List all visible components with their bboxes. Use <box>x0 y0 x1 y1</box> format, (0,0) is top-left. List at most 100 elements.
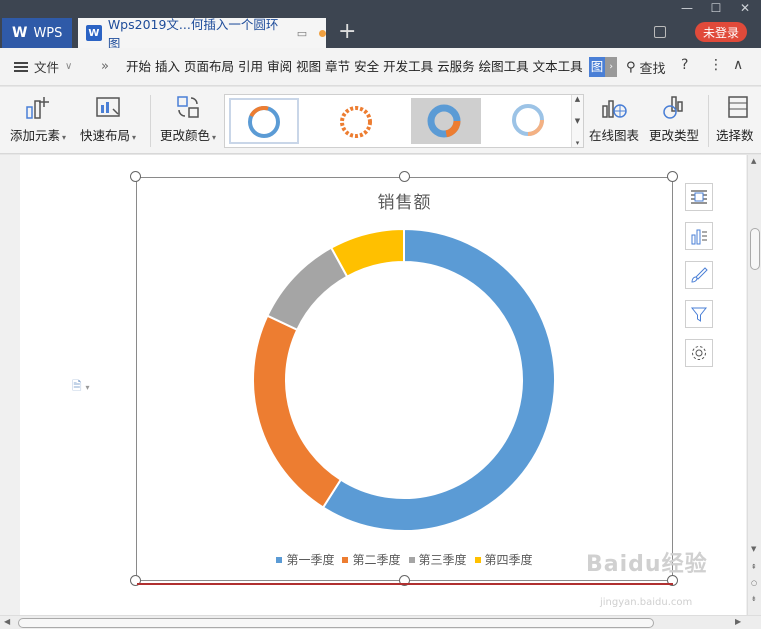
new-tab-button[interactable]: + <box>338 20 356 44</box>
chart-style-option[interactable] <box>493 98 563 144</box>
tab-page-layout[interactable]: 页面布局 <box>182 58 236 76</box>
help-icon[interactable]: ? <box>681 57 688 73</box>
close-icon[interactable]: ✕ <box>734 0 756 16</box>
toolbar-divider <box>708 95 709 147</box>
prev-page-icon[interactable]: ⇞ <box>751 563 757 571</box>
title-bar: W WPS W Wps2019文...何插入一个圆环图 ▭ + — ☐ ✕ 未登… <box>0 0 761 51</box>
paragraph-layout-icon[interactable]: 🗎 ▾ <box>72 377 89 398</box>
tab-references[interactable]: 引用 <box>236 58 265 76</box>
gallery-scrollbar[interactable]: ▲ ▼ ▾ <box>571 95 583 147</box>
resize-handle[interactable] <box>667 171 678 182</box>
donut-slice-3[interactable] <box>266 246 349 332</box>
minimize-icon[interactable]: — <box>676 0 698 16</box>
gear-icon <box>692 346 706 360</box>
change-type-button[interactable]: 更改类型 <box>649 93 699 144</box>
tab-drawing-tools[interactable]: 绘图工具 <box>477 58 531 76</box>
horizontal-scroll-thumb[interactable] <box>18 618 654 628</box>
document-tab[interactable]: W Wps2019文...何插入一个圆环图 ▭ <box>78 17 327 51</box>
quick-layout-icon <box>94 93 122 121</box>
change-color-label: 更改颜色 <box>160 128 211 143</box>
chart-style-option[interactable] <box>321 98 391 144</box>
chart-settings-button[interactable] <box>685 339 713 367</box>
collapse-ribbon-icon[interactable]: ∧ <box>733 57 743 73</box>
unsaved-dot-icon <box>319 29 327 37</box>
document-icon: W <box>86 25 102 41</box>
layout-options-button[interactable] <box>685 183 713 211</box>
chart-style-option[interactable] <box>411 98 481 144</box>
search-label: 查找 <box>639 61 666 77</box>
tab-scroll-right-icon[interactable]: › <box>605 56 618 77</box>
tab-start[interactable]: 开始 <box>124 58 153 76</box>
chart-elements-button[interactable] <box>685 222 713 250</box>
expand-arrow-icon[interactable]: » <box>86 59 124 74</box>
tab-review[interactable]: 审阅 <box>265 58 294 76</box>
add-element-button[interactable]: 添加元素 ▾ <box>10 93 66 144</box>
search-icon: ⚲ <box>626 59 636 75</box>
tab-view[interactable]: 视图 <box>294 58 323 76</box>
vertical-scroll-thumb[interactable] <box>750 228 760 270</box>
tablet-mode-icon[interactable] <box>654 26 666 38</box>
search-button[interactable]: ⚲ 查找 <box>626 48 666 86</box>
scroll-up-icon[interactable]: ▲ <box>751 157 756 165</box>
tab-cloud[interactable]: 云服务 <box>435 58 477 76</box>
brush-icon <box>691 267 708 283</box>
legend-label: 第三季度 <box>418 553 467 567</box>
chart-styles-button[interactable] <box>685 261 713 289</box>
chart-object[interactable]: 销售额 第一季度 第二季度 第三季度 第四季度 <box>136 177 673 581</box>
legend-item[interactable]: 第一季度 <box>276 551 334 568</box>
select-data-button[interactable]: 选择数 <box>716 93 754 144</box>
horizontal-scrollbar[interactable]: ◀ ▶ <box>0 615 761 629</box>
change-color-button[interactable]: 更改颜色 ▾ <box>160 93 216 144</box>
chart-elements-icon <box>691 229 707 245</box>
donut-slice-1[interactable] <box>321 228 556 532</box>
tab-developer[interactable]: 开发工具 <box>381 58 435 76</box>
wps-home-tab-label: WPS <box>33 25 63 41</box>
chart-title[interactable]: 销售额 <box>137 188 672 213</box>
gallery-expand-icon[interactable]: ▾ <box>576 139 580 147</box>
legend-swatch <box>342 556 349 563</box>
wps-home-tab[interactable]: W WPS <box>2 18 72 48</box>
add-element-icon <box>24 93 52 121</box>
hamburger-icon <box>14 61 28 72</box>
tab-security[interactable]: 安全 <box>352 58 381 76</box>
tab-chapter[interactable]: 章节 <box>323 58 352 76</box>
watermark-url: jingyan.baidu.com <box>600 597 693 608</box>
next-page-icon[interactable]: ⇟ <box>751 595 757 603</box>
scroll-up-icon[interactable]: ▲ <box>575 95 580 103</box>
resize-handle[interactable] <box>399 171 410 182</box>
scroll-down-icon[interactable]: ▼ <box>751 545 756 553</box>
vertical-scrollbar[interactable]: ▲ ▼ ⇞ ○ ⇟ <box>747 155 761 615</box>
legend-label: 第一季度 <box>286 553 335 567</box>
quick-layout-button[interactable]: 快速布局 ▾ <box>80 93 136 144</box>
legend-item[interactable]: 第三季度 <box>408 551 467 568</box>
quick-layout-label: 快速布局 <box>80 128 131 143</box>
login-button[interactable]: 未登录 <box>695 22 747 42</box>
tab-chart-tools[interactable]: 图 <box>588 56 606 77</box>
more-options-icon[interactable]: ⋮ <box>709 57 723 73</box>
resize-handle[interactable] <box>130 171 141 182</box>
select-data-icon <box>721 93 749 121</box>
tab-text-tools[interactable]: 文本工具 <box>531 58 585 76</box>
online-chart-button[interactable]: 在线图表 <box>589 93 639 144</box>
legend-swatch <box>474 556 481 563</box>
scroll-down-icon[interactable]: ▼ <box>575 117 580 125</box>
monitor-icon: ▭ <box>296 26 308 40</box>
legend-item[interactable]: 第四季度 <box>474 551 533 568</box>
donut-slice-4[interactable] <box>329 228 405 278</box>
legend-label: 第二季度 <box>352 553 401 567</box>
maximize-icon[interactable]: ☐ <box>705 0 727 16</box>
tab-insert[interactable]: 插入 <box>153 58 182 76</box>
scroll-left-icon[interactable]: ◀ <box>4 617 10 626</box>
spellcheck-underline <box>137 583 673 585</box>
file-menu[interactable]: 文件 ∨ <box>0 57 86 76</box>
file-menu-label: 文件 <box>34 60 60 75</box>
legend-item[interactable]: 第二季度 <box>342 551 401 568</box>
chart-filter-button[interactable] <box>685 300 713 328</box>
select-browse-icon[interactable]: ○ <box>751 579 757 587</box>
change-color-icon <box>174 93 202 121</box>
donut-slice-2[interactable] <box>252 314 343 509</box>
filter-icon <box>690 307 708 322</box>
donut-plot[interactable] <box>252 228 556 532</box>
chart-style-option[interactable] <box>229 98 299 144</box>
scroll-right-icon[interactable]: ▶ <box>735 617 741 626</box>
